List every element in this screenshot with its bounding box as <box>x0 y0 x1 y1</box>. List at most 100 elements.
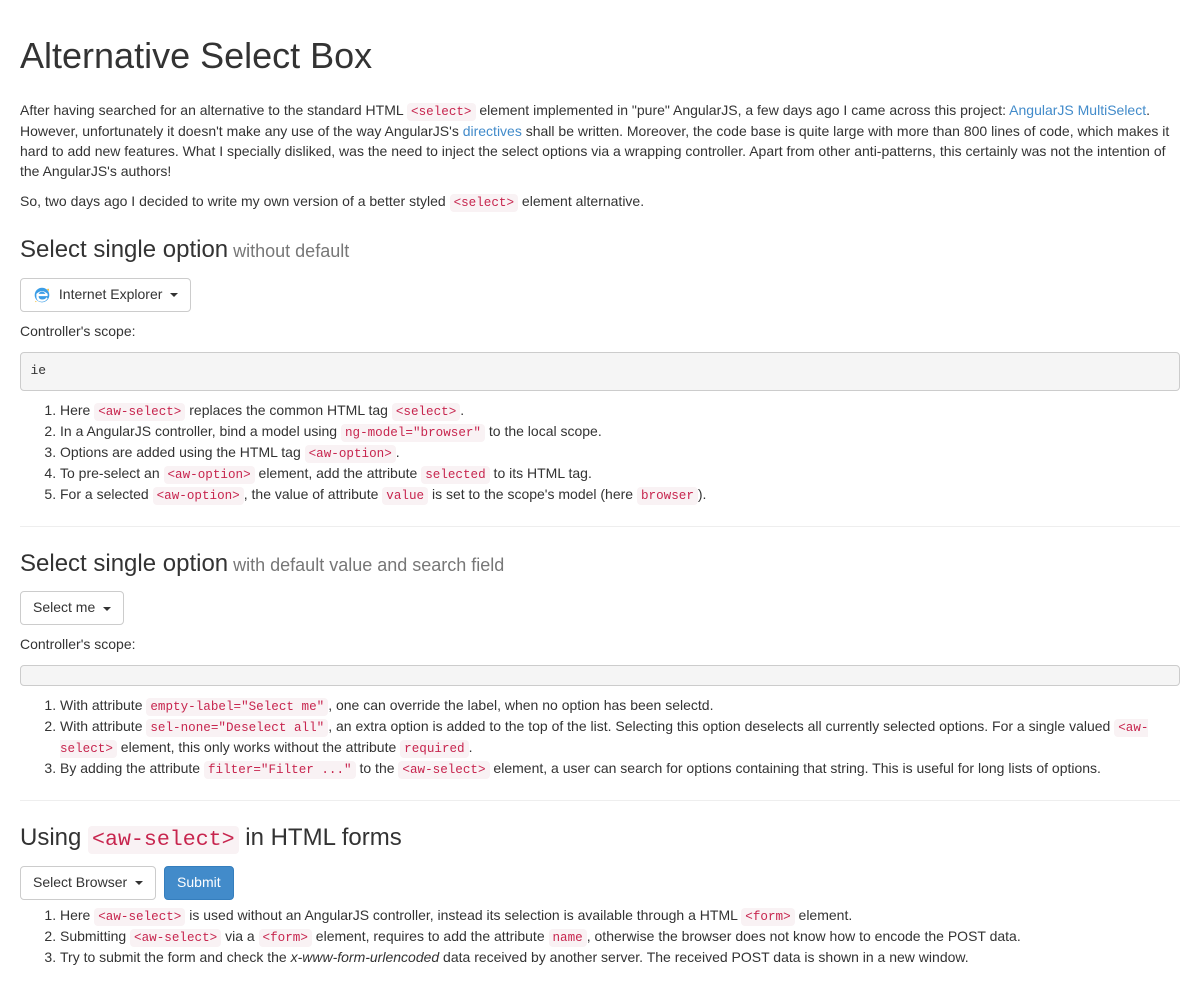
select-me-dropdown[interactable]: Select me <box>20 591 124 625</box>
text: to the local scope. <box>485 423 602 439</box>
list-item: For a selected <aw-option>, the value of… <box>60 485 1180 506</box>
section2-list: With attribute empty-label="Select me", … <box>20 696 1180 780</box>
section3-heading: Using <aw-select> in HTML forms <box>20 821 1180 856</box>
text: element, add the attribute <box>255 465 422 481</box>
text: Submitting <box>60 928 130 944</box>
heading-text: Select single option <box>20 550 228 577</box>
list-item: Here <aw-select> is used without an Angu… <box>60 906 1180 927</box>
list-item: To pre-select an <aw-option> element, ad… <box>60 464 1180 485</box>
text: is used without an AngularJS controller,… <box>185 907 741 923</box>
text: is set to the scope's model (here <box>428 486 637 502</box>
intro-paragraph-2: So, two days ago I decided to write my o… <box>20 192 1180 213</box>
scope-output <box>20 665 1180 686</box>
code: <aw-select> <box>130 929 221 947</box>
section2-heading: Select single option with default value … <box>20 547 1180 581</box>
text: to the <box>356 760 399 776</box>
code: empty-label="Select me" <box>146 698 328 716</box>
code: name <box>549 929 587 947</box>
section1-list: Here <aw-select> replaces the common HTM… <box>20 401 1180 506</box>
code: ng-model="browser" <box>341 424 485 442</box>
dropdown-label: Internet Explorer <box>59 286 163 302</box>
code: browser <box>637 487 698 505</box>
emphasis: x-www-form-urlencoded <box>291 949 440 965</box>
divider <box>20 800 1180 801</box>
text: By adding the attribute <box>60 760 204 776</box>
text: For a selected <box>60 486 153 502</box>
heading-text: Select single option <box>20 236 228 263</box>
code: <aw-option> <box>164 466 255 484</box>
dropdown-label: Select Browser <box>33 874 127 890</box>
text: With attribute <box>60 718 146 734</box>
text: element, a user can search for options c… <box>490 760 1101 776</box>
text: To pre-select an <box>60 465 164 481</box>
heading-text: in HTML forms <box>239 824 402 851</box>
heading-sub: without default <box>228 241 349 261</box>
text: element. <box>795 907 853 923</box>
code: <aw-option> <box>305 445 396 463</box>
code: sel-none="Deselect all" <box>146 719 328 737</box>
submit-button[interactable]: Submit <box>164 866 234 900</box>
section3-list: Here <aw-select> is used without an Angu… <box>20 906 1180 968</box>
code: filter="Filter ..." <box>204 761 356 779</box>
internet-explorer-icon <box>33 286 51 304</box>
text: , an extra option is added to the top of… <box>328 718 1114 734</box>
text: element alternative. <box>518 193 644 209</box>
text: replaces the common HTML tag <box>185 402 391 418</box>
intro-paragraph-1: After having searched for an alternative… <box>20 101 1180 182</box>
text: . <box>469 739 473 755</box>
list-item: In a AngularJS controller, bind a model … <box>60 422 1180 443</box>
text: After having searched for an alternative… <box>20 102 407 118</box>
scope-label: Controller's scope: <box>20 635 1180 655</box>
text: element implemented in "pure" AngularJS,… <box>476 102 1010 118</box>
text: Here <box>60 402 94 418</box>
link-directives[interactable]: directives <box>463 123 522 139</box>
list-item: Submitting <aw-select> via a <form> elem… <box>60 927 1180 948</box>
scope-output: ie <box>20 352 1180 392</box>
link-angularjs-multiselect[interactable]: AngularJS MultiSelect <box>1009 102 1146 118</box>
divider <box>20 526 1180 527</box>
heading-text: Using <box>20 824 88 851</box>
code: <aw-option> <box>153 487 244 505</box>
text: Try to submit the form and check the <box>60 949 291 965</box>
text: So, two days ago I decided to write my o… <box>20 193 450 209</box>
dropdown-label: Select me <box>33 599 95 615</box>
caret-down-icon <box>135 881 143 885</box>
code: <aw-select> <box>88 826 239 854</box>
text: Here <box>60 907 94 923</box>
select-browser-dropdown[interactable]: Select Browser <box>20 866 156 900</box>
code: <form> <box>741 908 794 926</box>
list-item: With attribute empty-label="Select me", … <box>60 696 1180 717</box>
list-item: Try to submit the form and check the x-w… <box>60 948 1180 968</box>
form-row: Select Browser Submit <box>20 866 1180 900</box>
heading-sub: with default value and search field <box>228 555 504 575</box>
text: , otherwise the browser does not know ho… <box>587 928 1021 944</box>
caret-down-icon <box>170 293 178 297</box>
browser-select-dropdown[interactable]: Internet Explorer <box>20 278 191 312</box>
text: element, this only works without the att… <box>117 739 400 755</box>
page-title: Alternative Select Box <box>20 30 1180 81</box>
text: element, requires to add the attribute <box>312 928 549 944</box>
list-item: Options are added using the HTML tag <aw… <box>60 443 1180 464</box>
text: to its HTML tag. <box>490 465 592 481</box>
text: With attribute <box>60 697 146 713</box>
code: <form> <box>259 929 312 947</box>
text: , one can override the label, when no op… <box>328 697 713 713</box>
code: <aw-select> <box>94 403 185 421</box>
list-item: With attribute sel-none="Deselect all", … <box>60 717 1180 759</box>
scope-label: Controller's scope: <box>20 322 1180 342</box>
code-select: <select> <box>450 194 518 212</box>
code-select: <select> <box>407 103 475 121</box>
code: selected <box>421 466 489 484</box>
code: value <box>382 487 428 505</box>
list-item: Here <aw-select> replaces the common HTM… <box>60 401 1180 422</box>
code: <aw-select> <box>398 761 489 779</box>
text: ). <box>698 486 707 502</box>
text: via a <box>221 928 258 944</box>
text: , the value of attribute <box>244 486 383 502</box>
code: <select> <box>392 403 460 421</box>
text: Options are added using the HTML tag <box>60 444 305 460</box>
list-item: By adding the attribute filter="Filter .… <box>60 759 1180 780</box>
code: required <box>400 740 468 758</box>
text: . <box>460 402 464 418</box>
text: In a AngularJS controller, bind a model … <box>60 423 341 439</box>
